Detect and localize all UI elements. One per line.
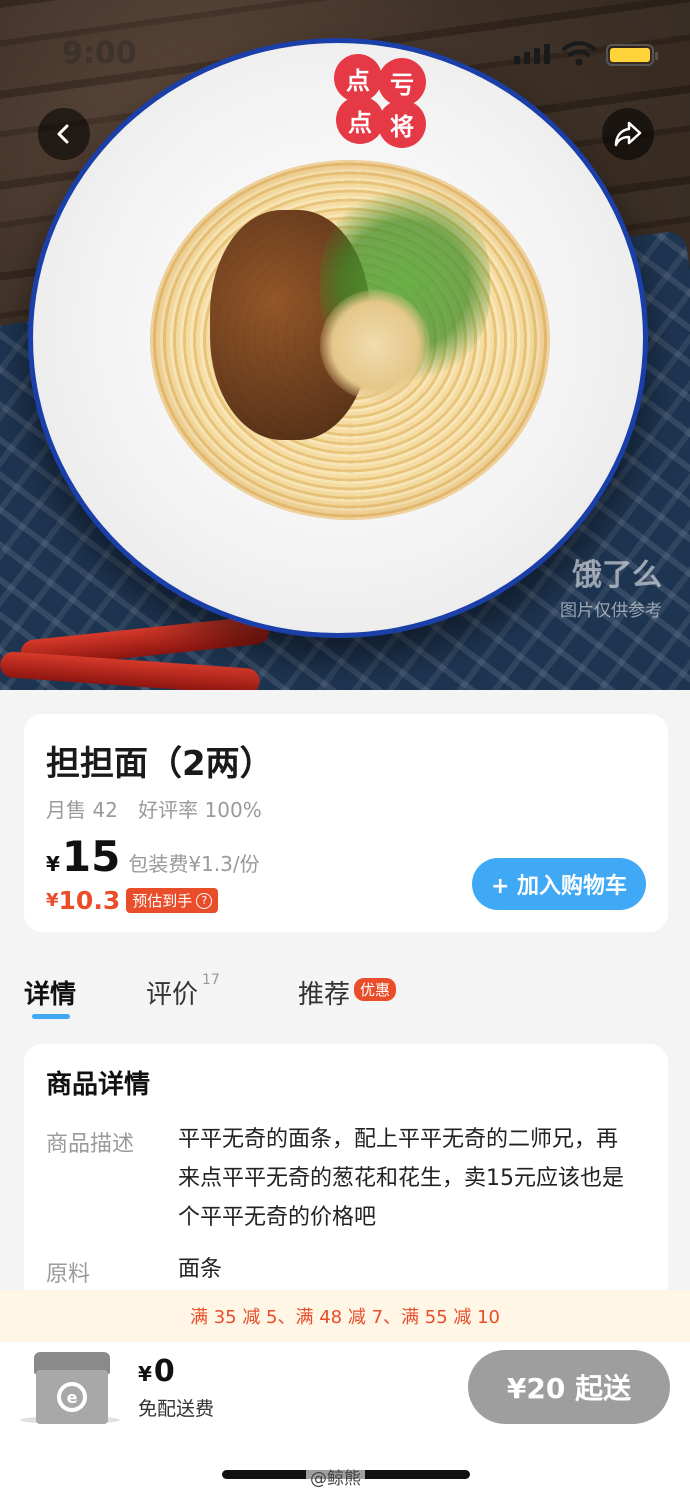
- wifi-icon: [562, 41, 596, 66]
- price-row: ¥ 15 包装费¥1.3/份: [46, 832, 260, 881]
- ingredients-label: 原料: [46, 1262, 91, 1287]
- peanut-topping: [320, 290, 430, 400]
- tab-label: 详情: [24, 980, 77, 1010]
- rating: 好评率 100%: [138, 798, 262, 822]
- discount-badge: 优惠: [354, 978, 397, 1001]
- battery-icon: [606, 44, 658, 66]
- chevron-left-icon: [57, 124, 69, 144]
- ingredients-text: 面条: [178, 1257, 223, 1282]
- detail-tabs: 详情 评价 17 推荐 优惠: [0, 960, 690, 1030]
- bowl-logo-char: 点: [336, 96, 384, 144]
- delivery-fee: 免配送费: [138, 1398, 215, 1420]
- weibo-watermark: @鲸熊: [306, 1464, 365, 1489]
- share-arrow-icon: [614, 121, 642, 147]
- active-tab-indicator: [32, 1014, 70, 1019]
- status-time: 9:00: [62, 36, 137, 71]
- description-label: 商品描述: [46, 1132, 135, 1157]
- description-text: 平平无奇的面条，配上平平无奇的二师兄，再来点平平无奇的葱花和花生，卖15元应该也…: [178, 1127, 624, 1230]
- cellular-signal-icon: [514, 44, 550, 64]
- share-button[interactable]: [602, 108, 654, 160]
- monthly-sales: 月售 42: [46, 798, 118, 822]
- bowl-logo-char: 将: [378, 100, 426, 148]
- tab-reviews[interactable]: 评价 17: [146, 972, 220, 1011]
- promo-banner: 满 35 减 5、满 48 减 7、满 55 减 10: [0, 1290, 690, 1342]
- question-icon: ?: [196, 892, 213, 909]
- price: 15: [61, 832, 121, 881]
- cart-bar: e ¥ 0 免配送费 ¥20 起送 @鲸熊: [0, 1342, 690, 1494]
- estimated-tag-label: 预估到手: [132, 892, 193, 910]
- product-details-card: 商品详情 商品描述 平平无奇的面条，配上平平无奇的二师兄，再来点平平无奇的葱花和…: [24, 1044, 668, 1304]
- estimated-price: 10.3: [58, 886, 121, 915]
- tab-details[interactable]: 详情: [24, 974, 76, 1011]
- min-order-button[interactable]: ¥20 起送: [468, 1350, 670, 1424]
- product-photo: 点 亏 点 将 饿了么 图片仅供参考: [0, 0, 690, 690]
- cart-total: ¥ 0: [138, 1354, 175, 1389]
- details-title: 商品详情: [46, 1070, 151, 1100]
- product-title: 担担面（2两）: [46, 744, 274, 784]
- packaging-fee: 包装费¥1.3/份: [128, 852, 260, 876]
- cart-icon[interactable]: e: [34, 1352, 110, 1424]
- add-to-cart-button[interactable]: + 加入购物车: [472, 858, 646, 910]
- currency-symbol: ¥: [46, 852, 60, 876]
- estimated-price-row: ¥ 10.3 预估到手 ?: [46, 886, 219, 915]
- tab-label: 评价: [146, 980, 199, 1010]
- watermark-caption: 图片仅供参考: [560, 601, 662, 621]
- tab-label: 推荐: [298, 980, 351, 1010]
- currency-symbol: ¥: [46, 890, 59, 911]
- product-card: 担担面（2两） 月售 42 好评率 100% ¥ 15 包装费¥1.3/份 ¥ …: [24, 714, 668, 932]
- estimated-tag[interactable]: 预估到手 ?: [126, 888, 219, 913]
- cart-amount: 0: [153, 1354, 175, 1389]
- watermark-brand: 饿了么: [572, 558, 662, 593]
- back-button[interactable]: [38, 108, 90, 160]
- product-stats: 月售 42 好评率 100%: [46, 794, 262, 823]
- tab-recommend[interactable]: 推荐 优惠: [298, 974, 397, 1011]
- review-count: 17: [202, 972, 220, 988]
- status-bar: 9:00: [0, 0, 690, 100]
- currency-symbol: ¥: [138, 1362, 152, 1386]
- image-watermark: 饿了么 图片仅供参考: [560, 550, 662, 621]
